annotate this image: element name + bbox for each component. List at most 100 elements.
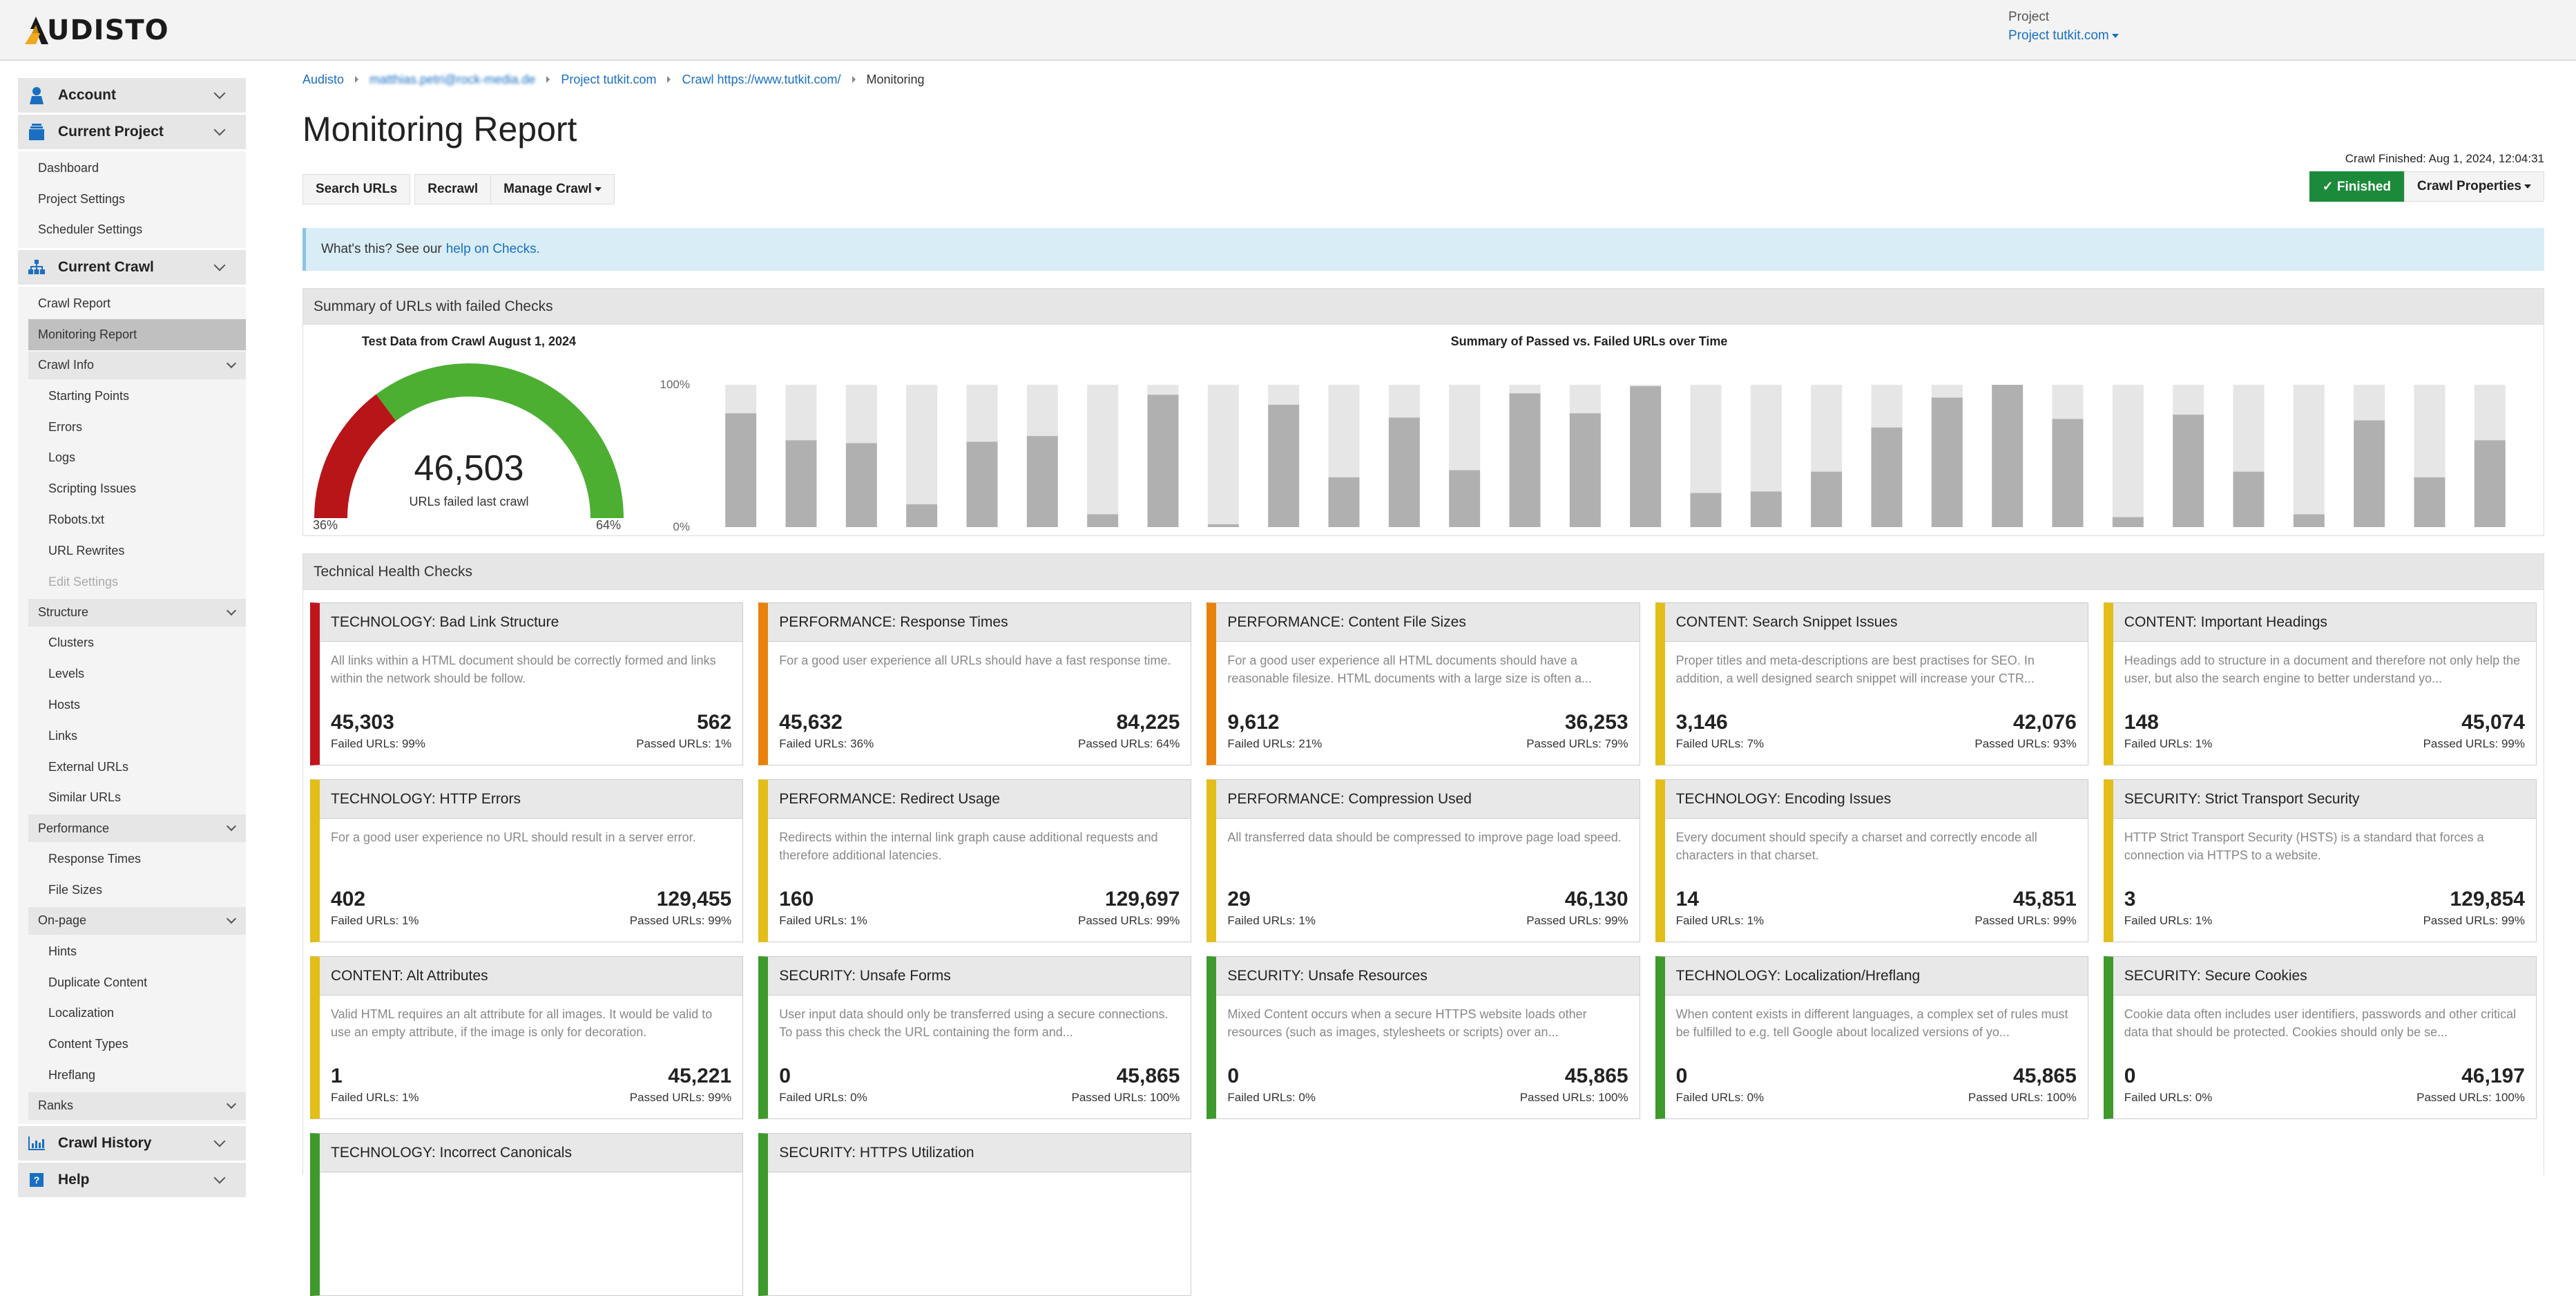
sidebar-item-duplicate-content[interactable]: Duplicate Content <box>18 967 246 998</box>
crawl-properties-button[interactable]: Crawl Properties <box>2404 171 2544 202</box>
check-card[interactable]: SECURITY: Unsafe Forms User input data sh… <box>758 956 1192 1119</box>
check-card[interactable]: TECHNOLOGY: Encoding Issues Every documen… <box>1655 779 2088 942</box>
gauge-caption: URLs failed last crawl <box>409 495 529 508</box>
breadcrumb-audisto[interactable]: Audisto <box>302 73 344 87</box>
sidebar-item-hreflang[interactable]: Hreflang <box>18 1060 246 1091</box>
check-card[interactable]: PERFORMANCE: Content File Sizes For a goo… <box>1207 602 1640 765</box>
sidebar-item-monitoring-report[interactable]: Monitoring Report <box>28 319 246 350</box>
sidebar-item-url-rewrites[interactable]: URL Rewrites <box>18 535 246 566</box>
failed-percent: Failed URLs: 1% <box>1227 914 1316 927</box>
check-card[interactable]: TECHNOLOGY: HTTP Errors For a good user e… <box>310 779 744 942</box>
search-urls-button[interactable]: Search URLs <box>302 174 411 204</box>
passed-failed-chart: Summary of Passed vs. Failed URLs over T… <box>635 325 2544 535</box>
bar-upper-segment <box>2414 385 2445 477</box>
bar-upper-segment <box>2293 385 2325 515</box>
passed-count: 45,865 <box>2013 1065 2077 1087</box>
sidebar-section-help[interactable]: ? Help <box>18 1162 246 1197</box>
sidebar-item-localization[interactable]: Localization <box>18 998 246 1029</box>
manage-crawl-button[interactable]: Manage Crawl <box>491 174 615 204</box>
sidebar-item-crawl-report[interactable]: Crawl Report <box>18 288 246 319</box>
project-switcher[interactable]: Project Project tutkit.com <box>2008 10 2119 44</box>
recrawl-button[interactable]: Recrawl <box>414 174 492 204</box>
breadcrumb-project[interactable]: Project tutkit.com <box>561 73 656 87</box>
sidebar-section-current-crawl[interactable]: Current Crawl <box>18 250 246 285</box>
sidebar-item-external-urls[interactable]: External URLs <box>18 752 246 783</box>
check-card[interactable]: TECHNOLOGY: Incorrect Canonicals <box>310 1133 744 1296</box>
bar-upper-segment <box>1630 385 1662 387</box>
sidebar-item-robots-txt[interactable]: Robots.txt <box>18 504 246 535</box>
check-card[interactable]: PERFORMANCE: Redirect Usage Redirects wit… <box>758 779 1192 942</box>
sidebar-item-starting-points[interactable]: Starting Points <box>18 381 246 412</box>
bar-upper-segment <box>2354 385 2385 421</box>
sidebar-item-links[interactable]: Links <box>18 721 246 752</box>
breadcrumb-crawl[interactable]: Crawl https://www.tutkit.com/ <box>682 73 840 87</box>
check-title: SECURITY: HTTPS Utilization <box>768 1134 1191 1172</box>
sidebar-group-performance[interactable]: Performance <box>28 814 246 843</box>
failed-percent: Failed URLs: 0% <box>1227 1091 1316 1104</box>
check-description: Headings add to structure in a document … <box>2124 654 2521 685</box>
sidebar-item-hosts[interactable]: Hosts <box>18 689 246 721</box>
sidebar-group-on-page[interactable]: On-page <box>28 906 246 935</box>
check-description <box>320 1172 742 1235</box>
project-dropdown[interactable]: Project tutkit.com <box>2008 28 2119 44</box>
bar-upper-segment <box>2052 385 2084 419</box>
y-tick-label: 100% <box>660 378 690 391</box>
finished-status-badge[interactable]: ✓ Finished <box>2309 171 2404 202</box>
sidebar-item-levels[interactable]: Levels <box>18 658 246 689</box>
failed-count: 45,303 <box>331 711 394 734</box>
project-label: Project <box>2008 10 2050 24</box>
breadcrumb-separator-icon <box>852 76 856 83</box>
sidebar-group-structure[interactable]: Structure <box>28 598 246 627</box>
bar-lower-segment <box>1811 471 1843 527</box>
check-card[interactable]: SECURITY: Secure Cookies Cookie data ofte… <box>2103 956 2537 1119</box>
check-card[interactable]: PERFORMANCE: Compression Used All transfe… <box>1207 779 1640 942</box>
sidebar-item-similar-urls[interactable]: Similar URLs <box>18 783 246 814</box>
check-description: All transferred data should be compresse… <box>1227 830 1622 844</box>
sidebar-item-clusters[interactable]: Clusters <box>18 628 246 659</box>
failed-count: 14 <box>1675 888 1699 911</box>
bar-lower-segment <box>1147 394 1179 527</box>
sidebar-section-account[interactable]: Account <box>18 78 246 113</box>
failed-percent: Failed URLs: 1% <box>331 914 419 927</box>
sidebar-item-dashboard[interactable]: Dashboard <box>18 153 246 184</box>
check-card[interactable]: SECURITY: Unsafe Resources Mixed Content … <box>1207 956 1640 1119</box>
sidebar-item-hints[interactable]: Hints <box>18 936 246 967</box>
check-card[interactable]: TECHNOLOGY: Localization/Hreflang When co… <box>1655 956 2088 1119</box>
logo-text: UDISTO <box>47 15 169 46</box>
check-card[interactable]: SECURITY: Strict Transport Security HTTP … <box>2103 779 2537 942</box>
sidebar-section-label: Current Crawl <box>58 259 154 276</box>
breadcrumb-account[interactable]: matthias.petri@rock-media.de <box>369 73 535 87</box>
sidebar-group-crawl-info[interactable]: Crawl Info <box>28 351 246 379</box>
passed-percent: Passed URLs: 99% <box>2423 737 2525 750</box>
current-project-items: Dashboard Project Settings Scheduler Set… <box>18 151 246 249</box>
sidebar-group-ranks[interactable]: Ranks <box>28 1092 246 1120</box>
bar-lower-segment <box>906 504 938 527</box>
sitemap-icon <box>26 260 47 275</box>
sidebar-item-scripting-issues[interactable]: Scripting Issues <box>18 473 246 504</box>
check-card[interactable]: CONTENT: Important Headings Headings add … <box>2103 602 2537 765</box>
sidebar-item-response-times[interactable]: Response Times <box>18 844 246 875</box>
sidebar-item-project-settings[interactable]: Project Settings <box>18 184 246 215</box>
sidebar-item-content-types[interactable]: Content Types <box>18 1029 246 1060</box>
sidebar-item-errors[interactable]: Errors <box>18 412 246 443</box>
sidebar-item-file-sizes[interactable]: File Sizes <box>18 875 246 906</box>
user-icon <box>26 86 47 104</box>
passed-count: 36,253 <box>1564 711 1628 734</box>
passed-count: 46,130 <box>1564 888 1628 911</box>
check-card[interactable]: CONTENT: Search Snippet Issues Proper tit… <box>1655 602 2088 765</box>
check-card[interactable]: CONTENT: Alt Attributes Valid HTML requir… <box>310 956 744 1119</box>
sidebar-section-current-project[interactable]: Current Project <box>18 115 246 149</box>
check-card[interactable]: PERFORMANCE: Response Times For a good us… <box>758 602 1192 765</box>
check-description: Cookie data often includes user identifi… <box>2124 1007 2517 1039</box>
sidebar-item-logs[interactable]: Logs <box>18 443 246 474</box>
check-description: For a good user experience all URLs shou… <box>779 654 1171 667</box>
help-on-checks-link[interactable]: help on Checks. <box>446 242 540 257</box>
check-card[interactable]: TECHNOLOGY: Bad Link Structure All links … <box>310 602 744 765</box>
y-tick-label: 0% <box>673 520 690 533</box>
audisto-logo[interactable]: UDISTO <box>22 15 169 46</box>
bar-lower-segment <box>2414 477 2445 527</box>
sidebar-section-crawl-history[interactable]: Crawl History <box>18 1125 246 1161</box>
sidebar-item-scheduler-settings[interactable]: Scheduler Settings <box>18 215 246 246</box>
check-card[interactable]: SECURITY: HTTPS Utilization <box>758 1133 1192 1296</box>
failed-percent: Failed URLs: 21% <box>1227 737 1323 750</box>
